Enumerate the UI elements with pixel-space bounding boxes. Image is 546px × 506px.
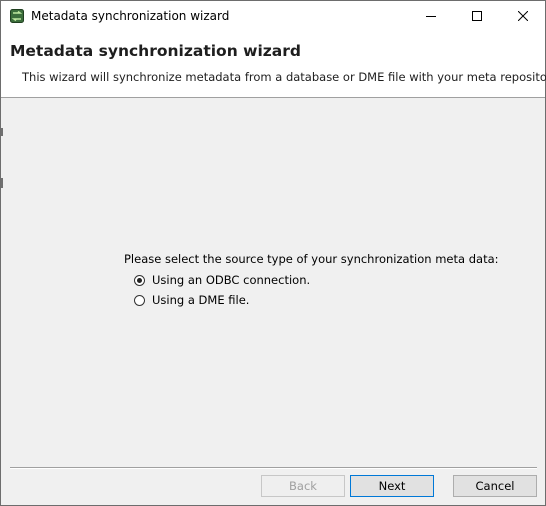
wizard-window: Metadata synchronization wizard Metadata… <box>0 0 546 506</box>
odbc-radio[interactable] <box>134 274 145 286</box>
footer-separator <box>10 467 537 469</box>
back-button[interactable]: Back <box>261 475 345 497</box>
title-bar[interactable]: Metadata synchronization wizard <box>1 1 545 31</box>
wizard-content: Please select the source type of your sy… <box>1 98 545 466</box>
minimize-icon <box>426 16 436 17</box>
maximize-icon <box>472 11 482 21</box>
left-edge-marker <box>1 128 3 136</box>
wizard-header: Metadata synchronization wizard This wiz… <box>1 31 546 98</box>
wizard-description: This wizard will synchronize metadata fr… <box>22 70 546 84</box>
cancel-button[interactable]: Cancel <box>453 475 537 497</box>
close-icon <box>518 11 528 21</box>
odbc-option[interactable]: Using an ODBC connection. <box>134 273 310 287</box>
close-button[interactable] <box>500 1 546 31</box>
next-button[interactable]: Next <box>350 475 434 497</box>
minimize-button[interactable] <box>408 1 454 31</box>
window-title: Metadata synchronization wizard <box>31 9 230 23</box>
dme-option[interactable]: Using a DME file. <box>134 293 249 307</box>
dme-radio[interactable] <box>134 294 145 306</box>
source-type-prompt: Please select the source type of your sy… <box>124 252 499 266</box>
wizard-title: Metadata synchronization wizard <box>10 42 301 60</box>
odbc-option-label: Using an ODBC connection. <box>152 273 311 287</box>
maximize-button[interactable] <box>454 1 500 31</box>
synchronization-app-icon <box>10 9 24 23</box>
left-edge-marker <box>1 178 3 188</box>
dme-option-label: Using a DME file. <box>152 293 250 307</box>
